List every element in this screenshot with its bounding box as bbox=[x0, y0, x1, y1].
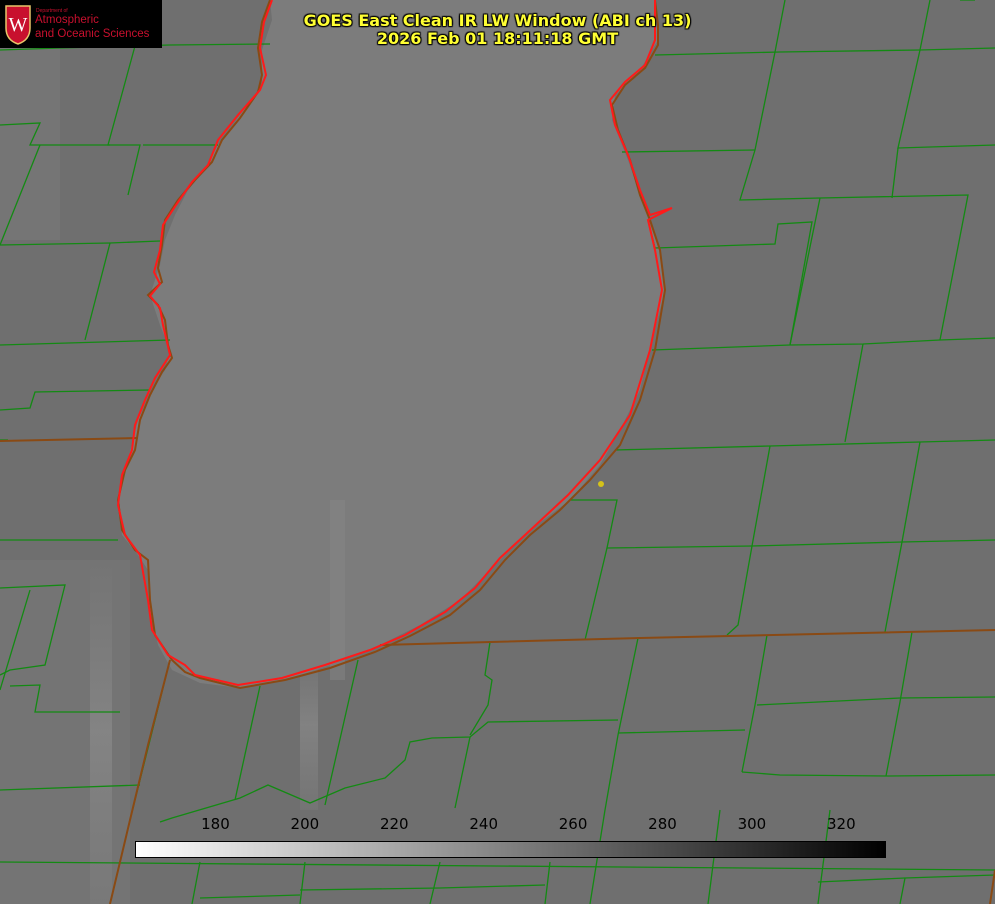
lake-streak bbox=[330, 500, 345, 680]
temperature-colorbar bbox=[135, 841, 886, 858]
location-marker bbox=[598, 481, 604, 487]
satellite-image-map bbox=[0, 0, 995, 904]
image-title: GOES East Clean IR LW Window (ABI ch 13)… bbox=[0, 12, 995, 48]
land-light-patch bbox=[0, 40, 60, 240]
light-streak bbox=[90, 560, 112, 904]
title-line-1: GOES East Clean IR LW Window (ABI ch 13) bbox=[303, 11, 692, 30]
title-line-2: 2026 Feb 01 18:11:18 GMT bbox=[376, 29, 619, 48]
